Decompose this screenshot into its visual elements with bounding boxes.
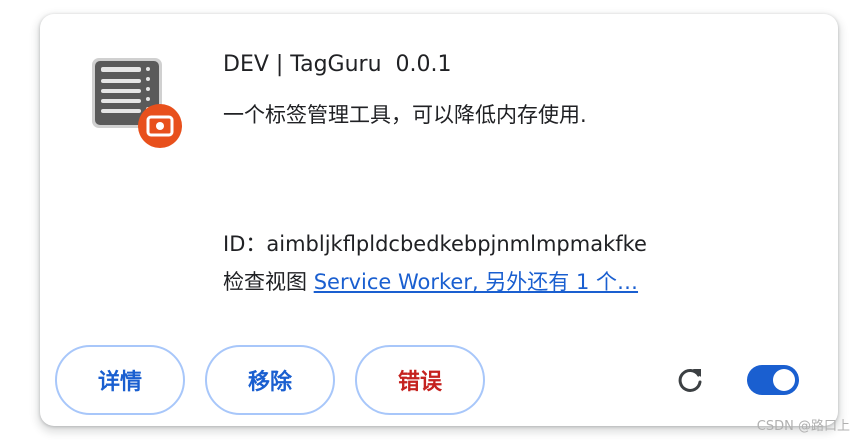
enable-toggle[interactable] [747,365,799,395]
extension-title-row: DEV | TagGuru 0.0.1 [223,52,452,77]
extension-id-label: ID： [223,232,267,256]
details-button[interactable]: 详情 [55,345,185,415]
extension-version: 0.0.1 [395,52,452,77]
extension-id-value: aimbljkflpldcbedkebpjnmlmpmakfke [266,232,647,256]
extension-name: DEV | TagGuru [223,52,382,77]
remove-button[interactable]: 移除 [205,345,335,415]
extension-card: DEV | TagGuru 0.0.1 一个标签管理工具，可以降低内存使用. ID… [40,14,838,426]
extension-icon [90,54,186,150]
extension-id-row: ID：aimbljkflpldcbedkebpjnmlmpmakfke [223,228,647,258]
toggle-knob [773,369,795,391]
inspect-service-worker-link[interactable]: Service Worker, 另外还有 1 个… [314,270,638,294]
inspect-views-label: 检查视图 [223,270,307,294]
errors-button[interactable]: 错误 [355,345,485,415]
watermark: CSDN @路口上 [756,419,850,434]
errors-button-label: 错误 [397,370,442,395]
reload-icon[interactable] [674,364,706,396]
details-button-label: 详情 [97,370,142,395]
extension-description: 一个标签管理工具，可以降低内存使用. [223,103,587,127]
remove-button-label: 移除 [247,370,292,395]
inspect-views-row: 检查视图 Service Worker, 另外还有 1 个… [223,266,638,296]
